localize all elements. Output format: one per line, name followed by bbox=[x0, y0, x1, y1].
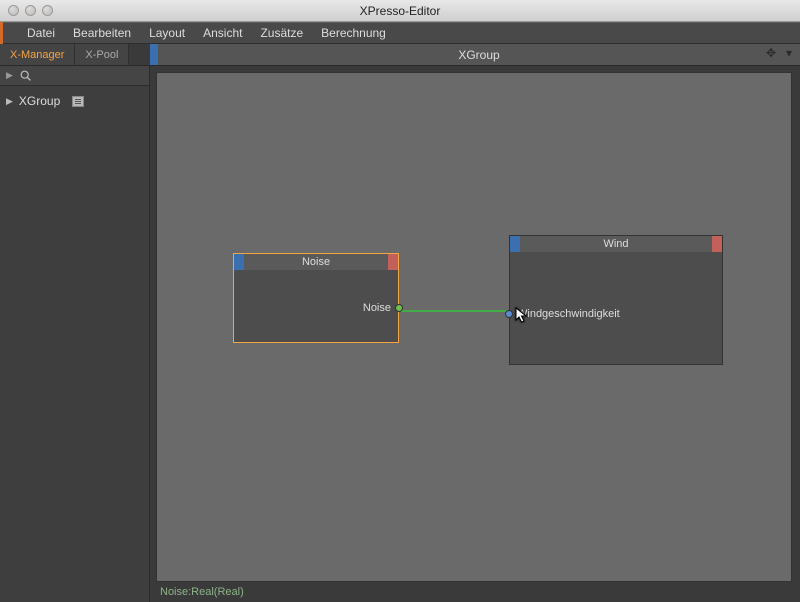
chevron-right-icon: ▶ bbox=[6, 70, 13, 81]
sidebar: ▶ ▶ XGroup bbox=[0, 66, 150, 602]
menu-accent bbox=[0, 22, 3, 44]
port-label: Windgeschwindigkeit bbox=[517, 308, 620, 320]
menu-bar: Datei Bearbeiten Layout Ansicht Zusätze … bbox=[0, 22, 800, 44]
menu-berechnung[interactable]: Berechnung bbox=[321, 26, 386, 40]
window-titlebar: XPresso-Editor bbox=[0, 0, 800, 22]
node-wind-header[interactable]: Wind bbox=[510, 236, 722, 252]
sidebar-tree: ▶ XGroup bbox=[0, 86, 149, 116]
collapse-icon[interactable]: ▾ bbox=[782, 46, 796, 60]
node-output-handle[interactable] bbox=[712, 236, 722, 252]
sidebar-search-bar[interactable]: ▶ bbox=[0, 66, 149, 86]
scroll-gutter bbox=[794, 66, 800, 602]
xgroup-node-icon bbox=[72, 96, 84, 107]
menu-ansicht[interactable]: Ansicht bbox=[203, 26, 242, 40]
node-noise-body: Noise bbox=[234, 270, 398, 342]
port-wind-speed-in[interactable]: Windgeschwindigkeit bbox=[505, 308, 620, 320]
canvas-title: XGroup bbox=[158, 48, 800, 62]
tab-x-pool[interactable]: X-Pool bbox=[75, 44, 129, 65]
status-bar: Noise:Real(Real) bbox=[156, 584, 792, 600]
window-title: XPresso-Editor bbox=[0, 4, 800, 18]
tab-row: X-Manager X-Pool XGroup ✥ ▾ bbox=[0, 44, 800, 66]
search-icon bbox=[19, 69, 33, 83]
canvas-header-accent bbox=[150, 44, 158, 65]
tree-item-label: XGroup bbox=[19, 94, 60, 108]
menu-layout[interactable]: Layout bbox=[149, 26, 185, 40]
node-noise[interactable]: Noise Noise bbox=[233, 253, 399, 343]
menu-bearbeiten[interactable]: Bearbeiten bbox=[73, 26, 131, 40]
node-wind[interactable]: Wind Windgeschwindigkeit bbox=[509, 235, 723, 365]
node-noise-header[interactable]: Noise bbox=[234, 254, 398, 270]
port-label: Noise bbox=[363, 302, 391, 314]
port-dot-icon[interactable] bbox=[505, 310, 513, 318]
node-canvas[interactable]: Noise Noise Wind bbox=[156, 72, 792, 582]
sidebar-tabs: X-Manager X-Pool bbox=[0, 44, 150, 65]
node-input-handle[interactable] bbox=[234, 254, 244, 270]
chevron-right-icon: ▶ bbox=[6, 96, 13, 107]
port-dot-icon[interactable] bbox=[395, 304, 403, 312]
tree-item-xgroup[interactable]: ▶ XGroup bbox=[4, 92, 145, 110]
canvas-title-bar: XGroup ✥ ▾ bbox=[150, 44, 800, 65]
port-noise-out[interactable]: Noise bbox=[363, 302, 403, 314]
menu-datei[interactable]: Datei bbox=[27, 26, 55, 40]
node-output-handle[interactable] bbox=[388, 254, 398, 270]
main-area: ▶ ▶ XGroup Noise bbox=[0, 66, 800, 602]
node-wind-body: Windgeschwindigkeit bbox=[510, 252, 722, 364]
node-noise-title: Noise bbox=[244, 254, 388, 270]
move-icon[interactable]: ✥ bbox=[764, 46, 778, 60]
tab-x-manager[interactable]: X-Manager bbox=[0, 44, 75, 65]
status-text: Noise:Real(Real) bbox=[160, 586, 244, 598]
node-input-handle[interactable] bbox=[510, 236, 520, 252]
canvas-wrap: Noise Noise Wind bbox=[150, 66, 800, 602]
menu-zusaetze[interactable]: Zusätze bbox=[260, 26, 303, 40]
node-wind-title: Wind bbox=[520, 236, 712, 252]
